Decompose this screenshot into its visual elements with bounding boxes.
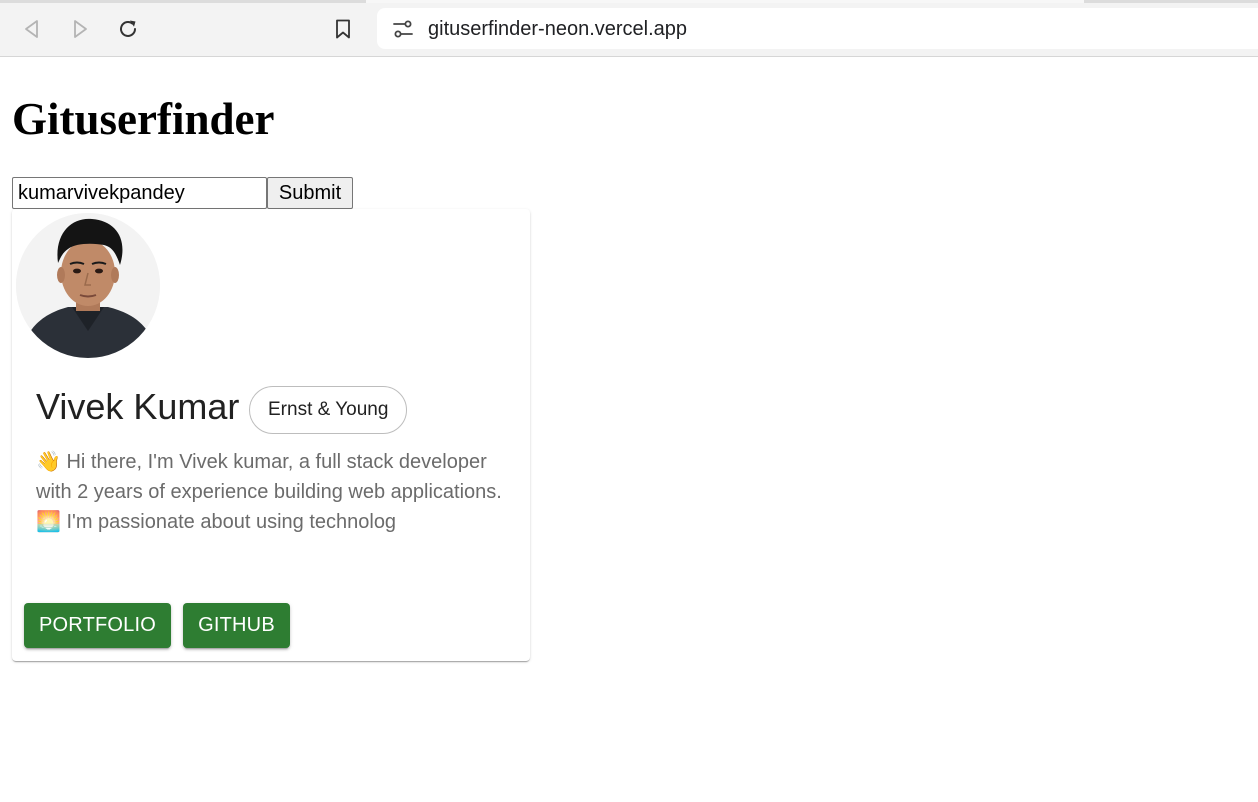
company-chip: Ernst & Young (249, 386, 408, 434)
reload-button[interactable] (113, 14, 143, 44)
reload-icon (120, 20, 136, 37)
back-arrow-icon (25, 20, 38, 38)
browser-toolbar: gituserfinder-neon.vercel.app (0, 0, 1258, 57)
submit-button[interactable]: Submit (267, 177, 353, 209)
bookmark-icon (336, 19, 350, 39)
forward-arrow-icon (74, 20, 87, 38)
bookmark-button[interactable] (328, 14, 358, 44)
url-text[interactable]: gituserfinder-neon.vercel.app (428, 18, 687, 41)
username-input[interactable] (12, 177, 267, 209)
tab-strip (0, 0, 1258, 3)
profile-photo-icon (16, 213, 160, 358)
address-bar[interactable]: gituserfinder-neon.vercel.app (377, 8, 1258, 49)
user-bio: 👋 Hi there, I'm Vivek kumar, a full stac… (36, 451, 502, 533)
user-name: Vivek Kumar (36, 386, 240, 427)
avatar (16, 213, 160, 358)
back-button[interactable] (17, 14, 47, 44)
site-settings-icon[interactable] (392, 18, 414, 40)
active-tab[interactable] (366, 0, 1084, 3)
portfolio-button[interactable]: PORTFOLIO (24, 603, 171, 648)
profile-card: Vivek Kumar Ernst & Young 👋 Hi there, I'… (12, 209, 530, 661)
forward-button[interactable] (65, 14, 95, 44)
page-title: Gituserfinder (12, 94, 275, 144)
github-button[interactable]: GITHUB (183, 603, 290, 648)
